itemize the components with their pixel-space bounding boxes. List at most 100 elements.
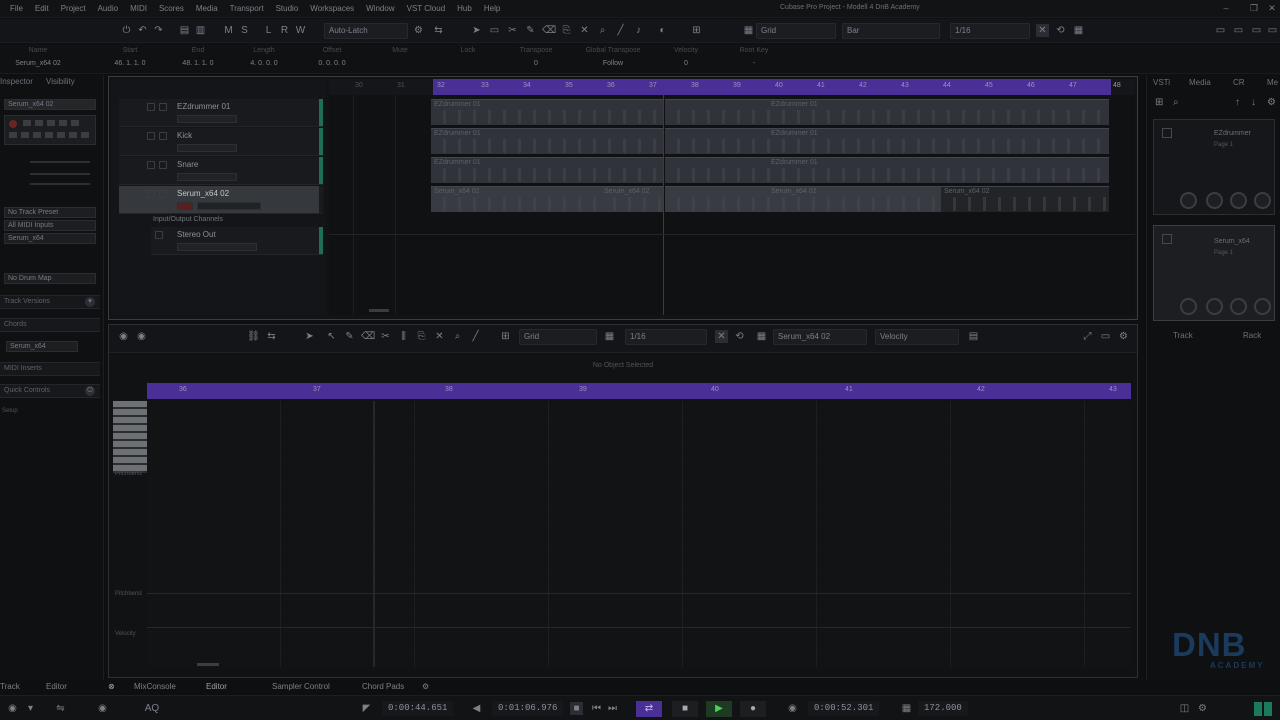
- piano-keyboard[interactable]: [113, 401, 147, 473]
- mute-tool-icon[interactable]: ✕: [578, 24, 591, 37]
- midi-input-select[interactable]: All MIDI Inputs: [4, 220, 96, 231]
- quantize-toggle-icon[interactable]: ✕: [1036, 24, 1049, 37]
- quick-control-knob[interactable]: [1180, 192, 1197, 209]
- mute-icon[interactable]: [147, 103, 155, 111]
- audio-performance-icon[interactable]: ◫: [1178, 702, 1191, 715]
- automation-settings-icon[interactable]: ⚙: [412, 24, 425, 37]
- menu-studio[interactable]: Studio: [270, 4, 305, 13]
- tab-editor-left[interactable]: Editor: [46, 682, 67, 691]
- zoom-tool-icon[interactable]: ⌕: [451, 330, 464, 343]
- info-lock[interactable]: Lock: [438, 47, 498, 60]
- vst-slot-serum[interactable]: Serum_x64 Page 1: [1153, 225, 1275, 321]
- read-button[interactable]: R: [278, 24, 291, 37]
- left-locator-time[interactable]: 0:00:44.651: [382, 701, 454, 716]
- automation-mode-select[interactable]: Auto-Latch: [324, 23, 408, 39]
- tab-sampler-control[interactable]: Sampler Control: [272, 682, 330, 691]
- info-velocity[interactable]: Velocity 0: [656, 47, 716, 67]
- object-selection-tool-icon[interactable]: ➤: [303, 330, 316, 343]
- color-icon[interactable]: ◐: [656, 24, 669, 37]
- go-to-left-locator-icon[interactable]: ◀: [470, 702, 483, 715]
- zoom-tool-icon[interactable]: ⌕: [596, 24, 609, 37]
- sync-icon[interactable]: ◉: [786, 702, 799, 715]
- solo-icon[interactable]: [159, 103, 167, 111]
- line-tool-icon[interactable]: ╱: [614, 24, 627, 37]
- midi-part[interactable]: EZdrummer 01: [665, 157, 1109, 183]
- move-up-icon[interactable]: ↑: [1235, 97, 1240, 108]
- main-time-display[interactable]: 0:00:52.301: [808, 701, 880, 716]
- record-mode-icon[interactable]: ◉: [6, 702, 19, 715]
- undo-icon[interactable]: ↶: [136, 24, 149, 37]
- glue-tool-icon[interactable]: ⎘: [560, 24, 573, 37]
- quick-control-knob[interactable]: [1230, 298, 1247, 315]
- mute-icon[interactable]: [147, 132, 155, 140]
- tab-media[interactable]: Media: [1189, 78, 1211, 87]
- right-locator-time[interactable]: 0:01:06.976: [492, 701, 564, 716]
- track-kick[interactable]: Kick: [119, 128, 323, 156]
- split-tool-icon[interactable]: ✂: [506, 24, 519, 37]
- track-controls-row[interactable]: [177, 144, 237, 152]
- locator-left-icon[interactable]: ◤: [360, 702, 373, 715]
- window-icon[interactable]: ▭: [1099, 330, 1112, 343]
- cycle-mode-icon[interactable]: ⇋: [54, 702, 67, 715]
- section-track-versions[interactable]: Track Versions ▾: [0, 295, 100, 309]
- pan-slider[interactable]: [30, 173, 90, 175]
- stop-button[interactable]: ■: [672, 701, 698, 717]
- track-controls-row[interactable]: [177, 115, 237, 123]
- record-button[interactable]: ●: [740, 701, 766, 717]
- sync-settings-icon[interactable]: ⚙: [1196, 702, 1209, 715]
- iterative-quantize-icon[interactable]: ⟲: [733, 330, 746, 343]
- menu-file[interactable]: File: [4, 4, 29, 13]
- midi-part[interactable]: EZdrummer 01: [665, 128, 1109, 154]
- track-preset-field[interactable]: No Track Preset: [4, 207, 96, 218]
- menu-window[interactable]: Window: [360, 4, 400, 13]
- tab-vsti[interactable]: VSTi: [1153, 78, 1170, 87]
- quantize-presets-icon[interactable]: ▦: [1072, 24, 1085, 37]
- menu-help[interactable]: Help: [478, 4, 506, 13]
- volume-slider[interactable]: [30, 161, 90, 163]
- info-offset[interactable]: Offset 0. 0. 0. 0: [302, 47, 362, 67]
- search-icon[interactable]: ⌕: [1173, 97, 1179, 108]
- track-buttons[interactable]: [23, 120, 83, 126]
- left-zone-icon[interactable]: ▤: [178, 24, 191, 37]
- track-snare[interactable]: Snare: [119, 157, 323, 185]
- quantize-select[interactable]: 1/16: [950, 23, 1030, 39]
- chord-track-field[interactable]: Serum_x64: [6, 341, 78, 352]
- grid-size-select[interactable]: Bar: [842, 23, 940, 39]
- drum-map-select[interactable]: No Drum Map: [4, 273, 96, 284]
- editor-settings-icon[interactable]: ▤: [967, 330, 980, 343]
- section-quick-controls[interactable]: Quick Controls ⏻: [0, 384, 100, 398]
- tab-mixconsole[interactable]: MixConsole: [134, 682, 176, 691]
- menu-scores[interactable]: Scores: [153, 4, 190, 13]
- draw-tool-icon[interactable]: ✎: [524, 24, 537, 37]
- tab-visibility[interactable]: Visibility: [46, 77, 75, 89]
- quantize-toggle-icon[interactable]: ✕: [715, 330, 728, 343]
- menu-hub[interactable]: Hub: [451, 4, 478, 13]
- menu-transport[interactable]: Transport: [224, 4, 270, 13]
- mute-icon[interactable]: [147, 190, 155, 198]
- track-versions-menu-icon[interactable]: ▾: [85, 297, 95, 307]
- glue-tool-icon[interactable]: ⎘: [415, 330, 428, 343]
- midi-part[interactable]: EZdrummer 01: [431, 99, 663, 125]
- go-to-start-icon[interactable]: ⏮: [590, 702, 603, 715]
- autoscroll-icon[interactable]: ⇆: [265, 330, 278, 343]
- info-root-key[interactable]: Root Key -: [724, 47, 784, 67]
- tab-inspector[interactable]: Inspector: [0, 77, 33, 89]
- lower-zone-icon[interactable]: ▥: [194, 24, 207, 37]
- track-buttons-row2[interactable]: [9, 132, 89, 138]
- menu-midi[interactable]: MIDI: [124, 4, 153, 13]
- editor-ruler[interactable]: 36 37 38 39 40 41 42 43: [147, 383, 1131, 399]
- cycle-button[interactable]: ⇄: [636, 701, 662, 717]
- solo-icon[interactable]: [159, 132, 167, 140]
- menu-audio[interactable]: Audio: [92, 4, 124, 13]
- redo-icon[interactable]: ↷: [152, 24, 165, 37]
- solo-button[interactable]: S: [238, 24, 251, 37]
- solo-icon[interactable]: [159, 190, 167, 198]
- track-serum-selected[interactable]: Serum_x64 02: [119, 186, 323, 214]
- play-tool-icon[interactable]: ♪: [632, 24, 645, 37]
- line-tool-icon[interactable]: ╱: [469, 330, 482, 343]
- tab-control-room[interactable]: CR: [1233, 78, 1245, 87]
- settings-icon[interactable]: ⚙: [1267, 97, 1276, 108]
- object-selection-tool-icon[interactable]: ➤: [470, 24, 483, 37]
- info-length[interactable]: Length 4. 0. 0. 0: [234, 47, 294, 67]
- midi-part-selected[interactable]: Serum_x64 02: [941, 186, 1109, 212]
